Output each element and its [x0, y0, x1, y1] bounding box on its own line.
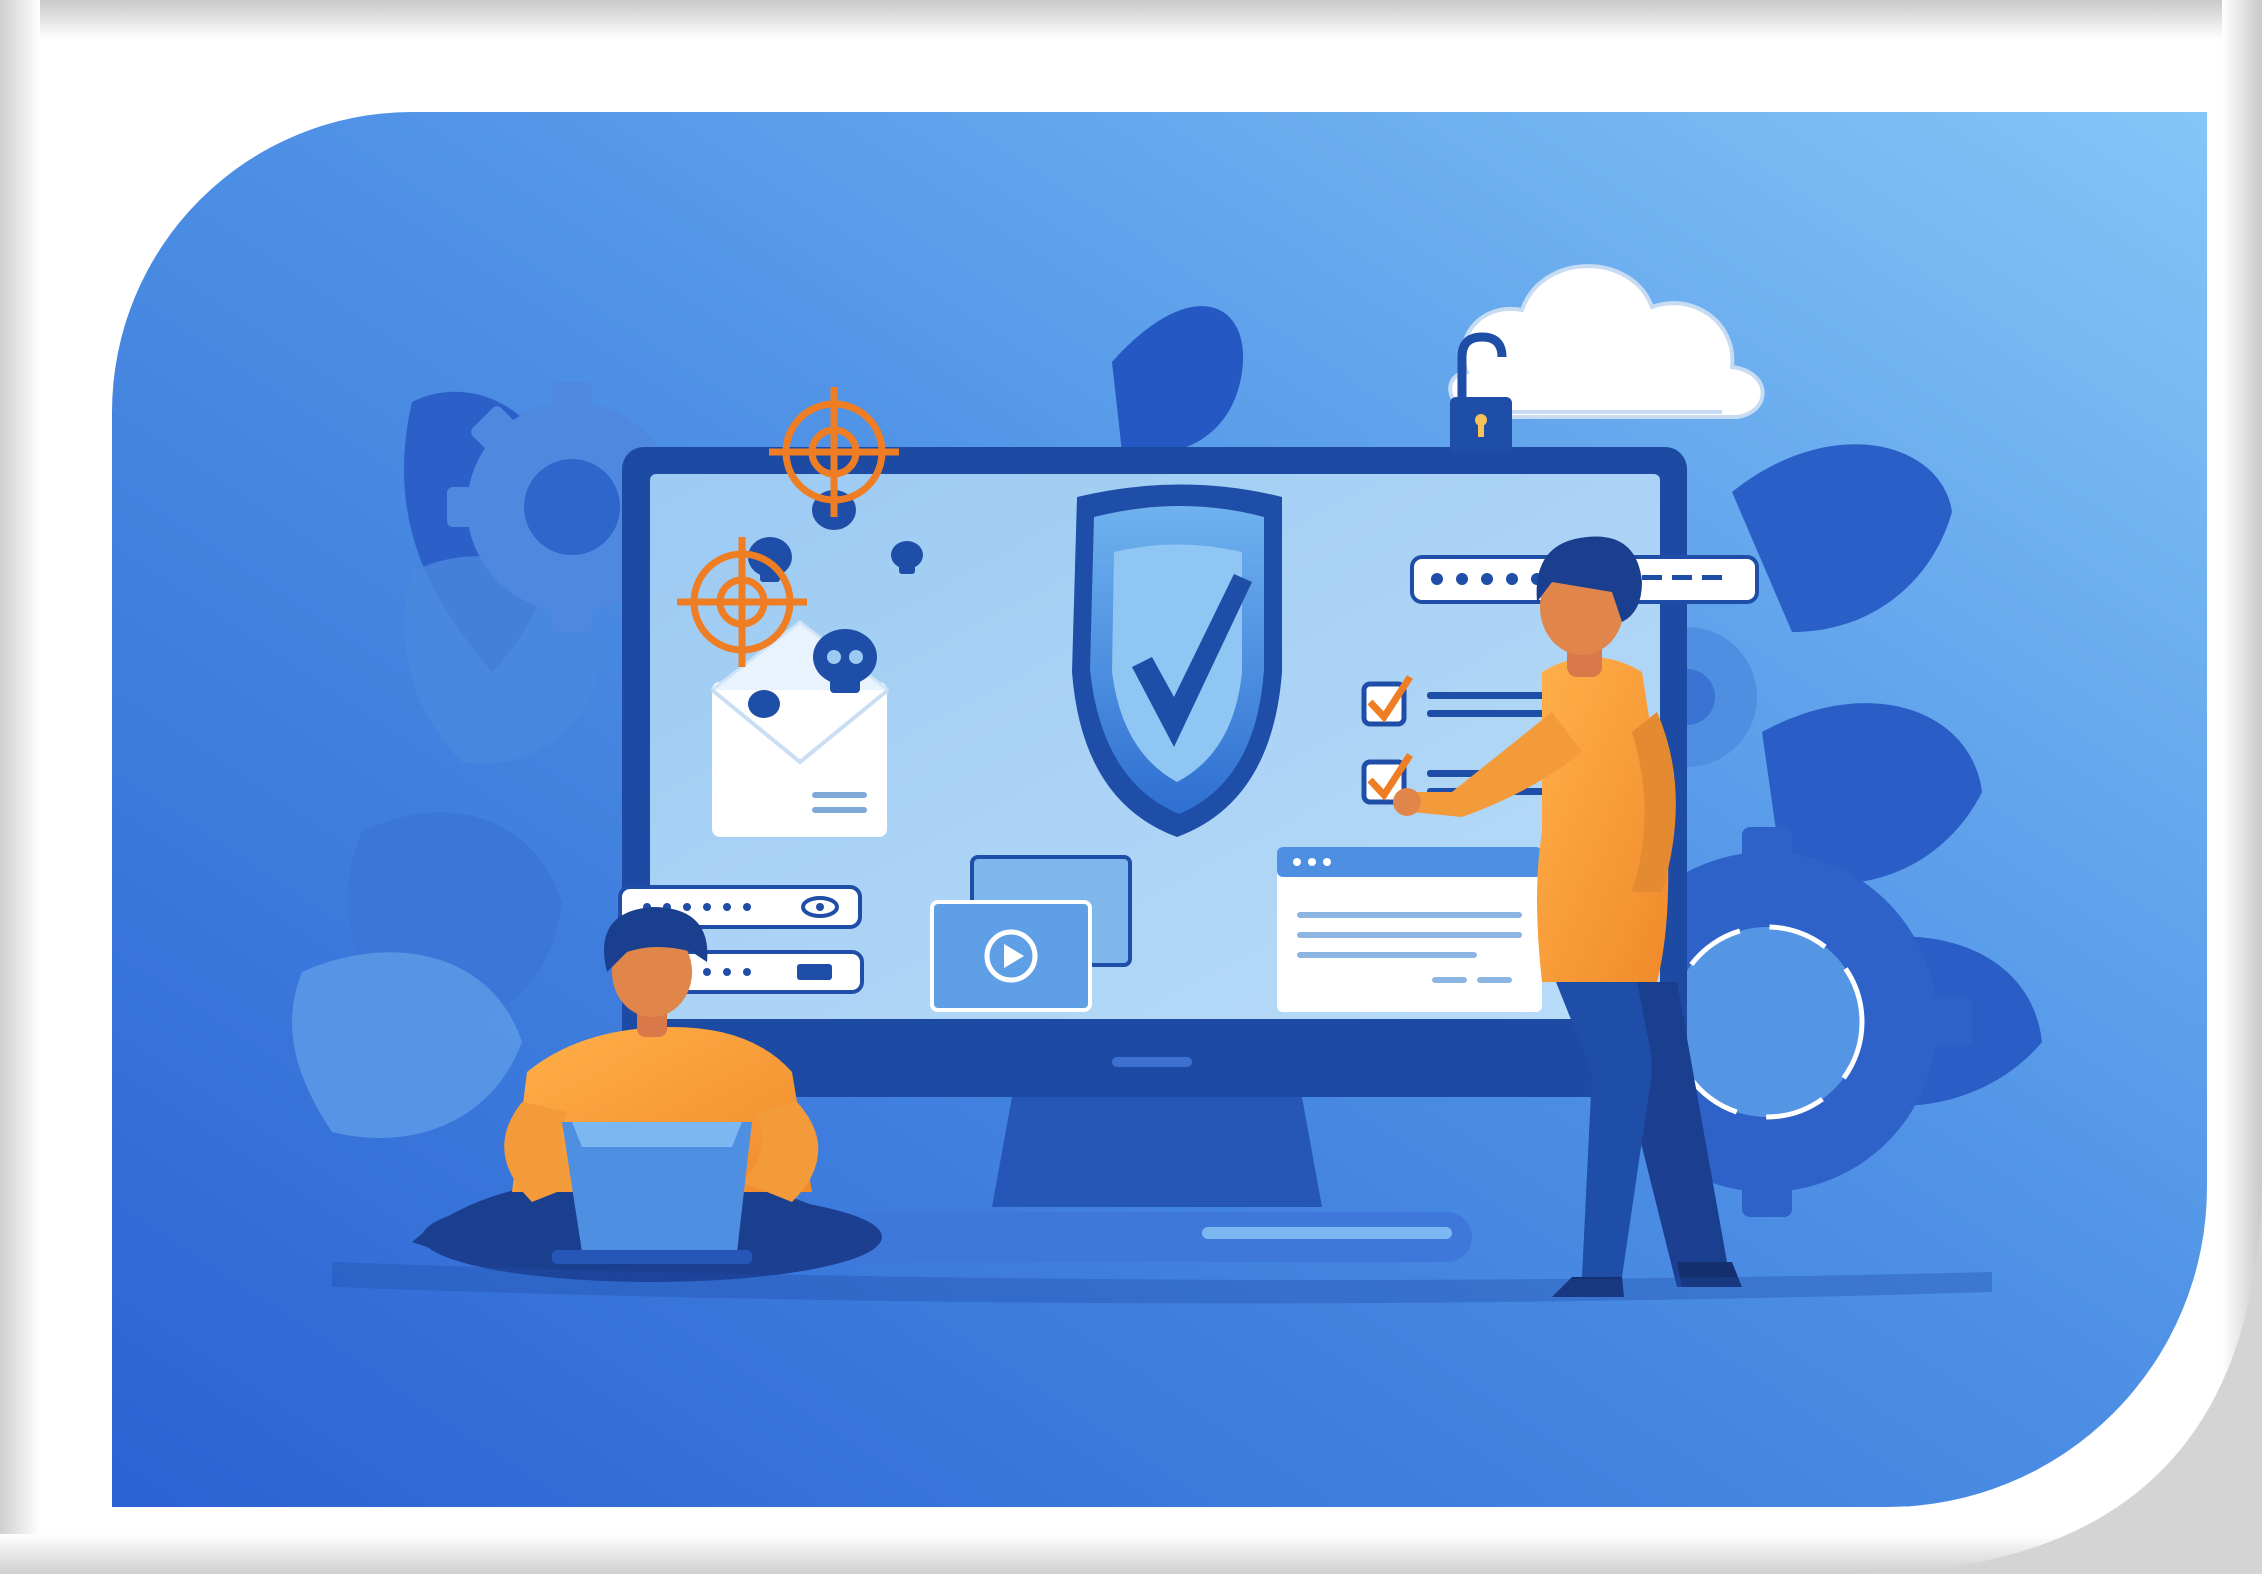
- illustration-card: [112, 112, 2207, 1507]
- illustration-page: [0, 0, 2262, 1574]
- cybersecurity-illustration: [112, 112, 2207, 1507]
- skull-icon: [748, 690, 780, 718]
- browser-window: [1277, 847, 1542, 1012]
